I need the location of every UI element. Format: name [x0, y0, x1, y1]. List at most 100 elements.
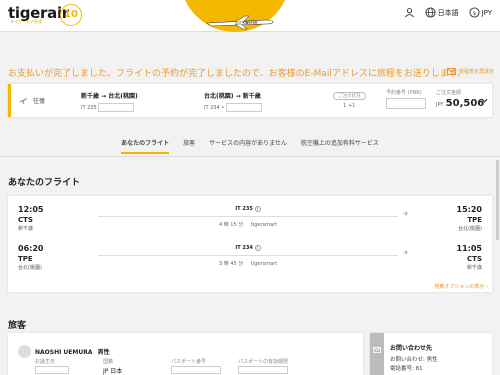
pnr-label: 予約番号 (PNR)	[386, 90, 422, 96]
flight-2-arr-code: CTS	[467, 255, 482, 263]
passport-field	[171, 366, 221, 374]
info-icon[interactable]: i	[254, 245, 261, 251]
flight-1-duration: 4 時 15 分	[218, 222, 244, 228]
flight-1-operator: tigersmart	[250, 222, 278, 228]
flight-2-middle: IT 234 i 3 時 45 分 tigersmart	[98, 245, 398, 267]
total-currency: JPY	[436, 102, 444, 108]
flight-2-arr-time: 11:05	[456, 244, 482, 253]
svg-text:tigerair: tigerair	[243, 21, 258, 25]
language-label: 日本語	[437, 8, 459, 17]
tab-onboard-services[interactable]: 航空機上の追加有料サービス	[301, 138, 379, 154]
outbound-segment: 新千歳 → 台北(桃園) IT 235	[81, 91, 138, 112]
show-boarding-options-link[interactable]: 搭乗オプションの表示 ›	[434, 283, 488, 290]
resend-itinerary-link[interactable]: 旅程表を再送信	[446, 68, 494, 75]
nationality-label: 国籍	[103, 359, 114, 365]
flight-1-departure: 12:05 CTS 新千歳	[18, 205, 43, 232]
avatar	[18, 345, 31, 358]
user-icon	[404, 8, 414, 18]
svg-text:$: $	[472, 11, 476, 17]
flight-1-dep-code: CTS	[18, 216, 33, 224]
pnr-block: 予約番号 (PNR)	[386, 89, 426, 109]
passenger-count: 1 +1	[343, 103, 356, 109]
passport-field-group: パスポート番号	[171, 358, 221, 374]
contact-name: お問い合わせ: 男性	[390, 357, 438, 363]
passport-expiry-field	[238, 366, 288, 374]
anniversary-badge: 10	[60, 4, 82, 26]
order-status-tag: ご注文状況	[333, 92, 366, 100]
flight-2-number: IT 234	[235, 245, 253, 251]
flight-1-route-line	[98, 216, 398, 217]
flight-2-dep-city: 台北(桃園)	[18, 265, 42, 271]
passenger-name-row: NAOSHI UEMURA 男性	[35, 347, 110, 356]
passenger-name: NAOSHI UEMURA	[35, 349, 93, 356]
trip-type: 往復	[33, 98, 46, 105]
flight-2-dep-time: 06:20	[18, 244, 44, 253]
birth-label: お誕生日	[35, 359, 56, 365]
total-block: ご注文金額 JPY 50,506	[436, 89, 484, 109]
birth-field	[35, 366, 69, 374]
order-status[interactable]: ご注文状況 1 +1	[333, 91, 366, 109]
passport-expiry-label: パスポートの有効期限	[238, 359, 289, 365]
chevron-down-icon[interactable]	[481, 97, 488, 104]
tab-divider	[0, 156, 500, 157]
passport-expiry-field-group: パスポートの有効期限	[238, 358, 288, 374]
passenger-gender: 男性	[97, 349, 110, 356]
tab-passengers[interactable]: 旅客	[183, 138, 195, 154]
return-date-field	[225, 103, 262, 112]
tab-services[interactable]: サービスの内容がありません	[209, 138, 287, 154]
return-flight-number: IT 234 •	[204, 105, 225, 111]
nationality-field-group: 国籍 JP 日本	[103, 358, 122, 375]
flight-1-number: IT 235	[235, 206, 253, 212]
language-selector[interactable]: 日本語	[425, 7, 459, 18]
flight-2-arr-city: 新千歳	[466, 265, 482, 271]
nationality-value: JP 日本	[103, 368, 123, 375]
confirmation-message: お支払いが完了しました。フライトの予約が完了しましたので、お客様のE-Mailア…	[8, 69, 466, 79]
return-segment: 台北(桃園) → 新千歳 IT 234 •	[204, 91, 262, 112]
logo-subtitle: タイガーエア台湾	[10, 19, 42, 24]
plane-icon: ✈	[403, 249, 409, 257]
account-button[interactable]	[404, 7, 415, 18]
top-header: tigerair tigerair タイガーエア台湾 10 日本語 $ JPY	[0, 0, 500, 32]
currency-icon: $	[469, 7, 480, 18]
contact-title: お問い合わせ先	[390, 345, 433, 352]
tab-your-flights[interactable]: あなたのフライト	[121, 138, 170, 154]
info-icon[interactable]: i	[254, 206, 261, 212]
show-boarding-options-label: 搭乗オプションの表示	[434, 284, 485, 290]
mail-icon	[446, 68, 456, 75]
globe-icon	[425, 7, 436, 18]
outbound-route: 新千歳 → 台北(桃園)	[81, 93, 138, 100]
flights-card: 12:05 CTS 新千歳 IT 235 i 4 時 15 分 tigersma…	[8, 196, 492, 292]
chevron-right-icon: ›	[486, 284, 488, 290]
section-tabs: あなたのフライト 旅客 サービスの内容がありません 航空機上の追加有料サービス	[0, 138, 500, 154]
scrollbar[interactable]	[496, 160, 499, 240]
passenger-card: NAOSHI UEMURA 男性 お誕生日 国籍 JP 日本 パスポート番号 パ…	[8, 333, 363, 375]
header-actions: 日本語 $ JPY	[404, 7, 492, 18]
contact-icon-strip	[370, 333, 384, 375]
return-route: 台北(桃園) → 新千歳	[204, 93, 261, 100]
flight-2-route-line	[98, 255, 398, 256]
flight-1-dep-city: 新千歳	[18, 226, 34, 232]
currency-selector[interactable]: $ JPY	[469, 7, 492, 18]
total-amount: 50,506	[445, 98, 485, 109]
birth-field-group: お誕生日	[35, 358, 69, 374]
flight-2-arrival: 11:05 CTS 新千歳	[457, 244, 482, 271]
flight-1-dep-time: 12:05	[18, 205, 44, 214]
flight-1-arr-time: 15:20	[456, 205, 482, 214]
resend-itinerary-label: 旅程表を再送信	[458, 69, 494, 75]
flight-1-middle: IT 235 i 4 時 15 分 tigersmart	[98, 206, 398, 228]
plane-icon: ✈	[403, 210, 409, 218]
contact-phone: 電話番号: 81	[390, 366, 423, 372]
booking-summary-card: 往復 新千歳 → 台北(桃園) IT 235 台北(桃園) → 新千歳 IT 2…	[8, 84, 492, 117]
flight-2-dep-code: TPE	[18, 255, 33, 263]
airplane-illustration: tigerair	[205, 15, 274, 30]
flights-section-title: あなたのフライト	[8, 178, 81, 188]
flight-2-departure: 06:20 TPE 台北(桃園)	[18, 244, 43, 271]
passengers-section-title: 旅客	[8, 321, 27, 331]
plane-icon	[19, 97, 28, 105]
flight-2-duration: 3 時 45 分	[218, 261, 244, 267]
flight-1-arr-city: 台北(桃園)	[458, 226, 482, 232]
flight-2-operator: tigersmart	[250, 261, 278, 267]
pnr-value-field	[386, 98, 426, 109]
passport-label: パスポート番号	[171, 359, 207, 365]
mail-icon	[373, 347, 381, 353]
